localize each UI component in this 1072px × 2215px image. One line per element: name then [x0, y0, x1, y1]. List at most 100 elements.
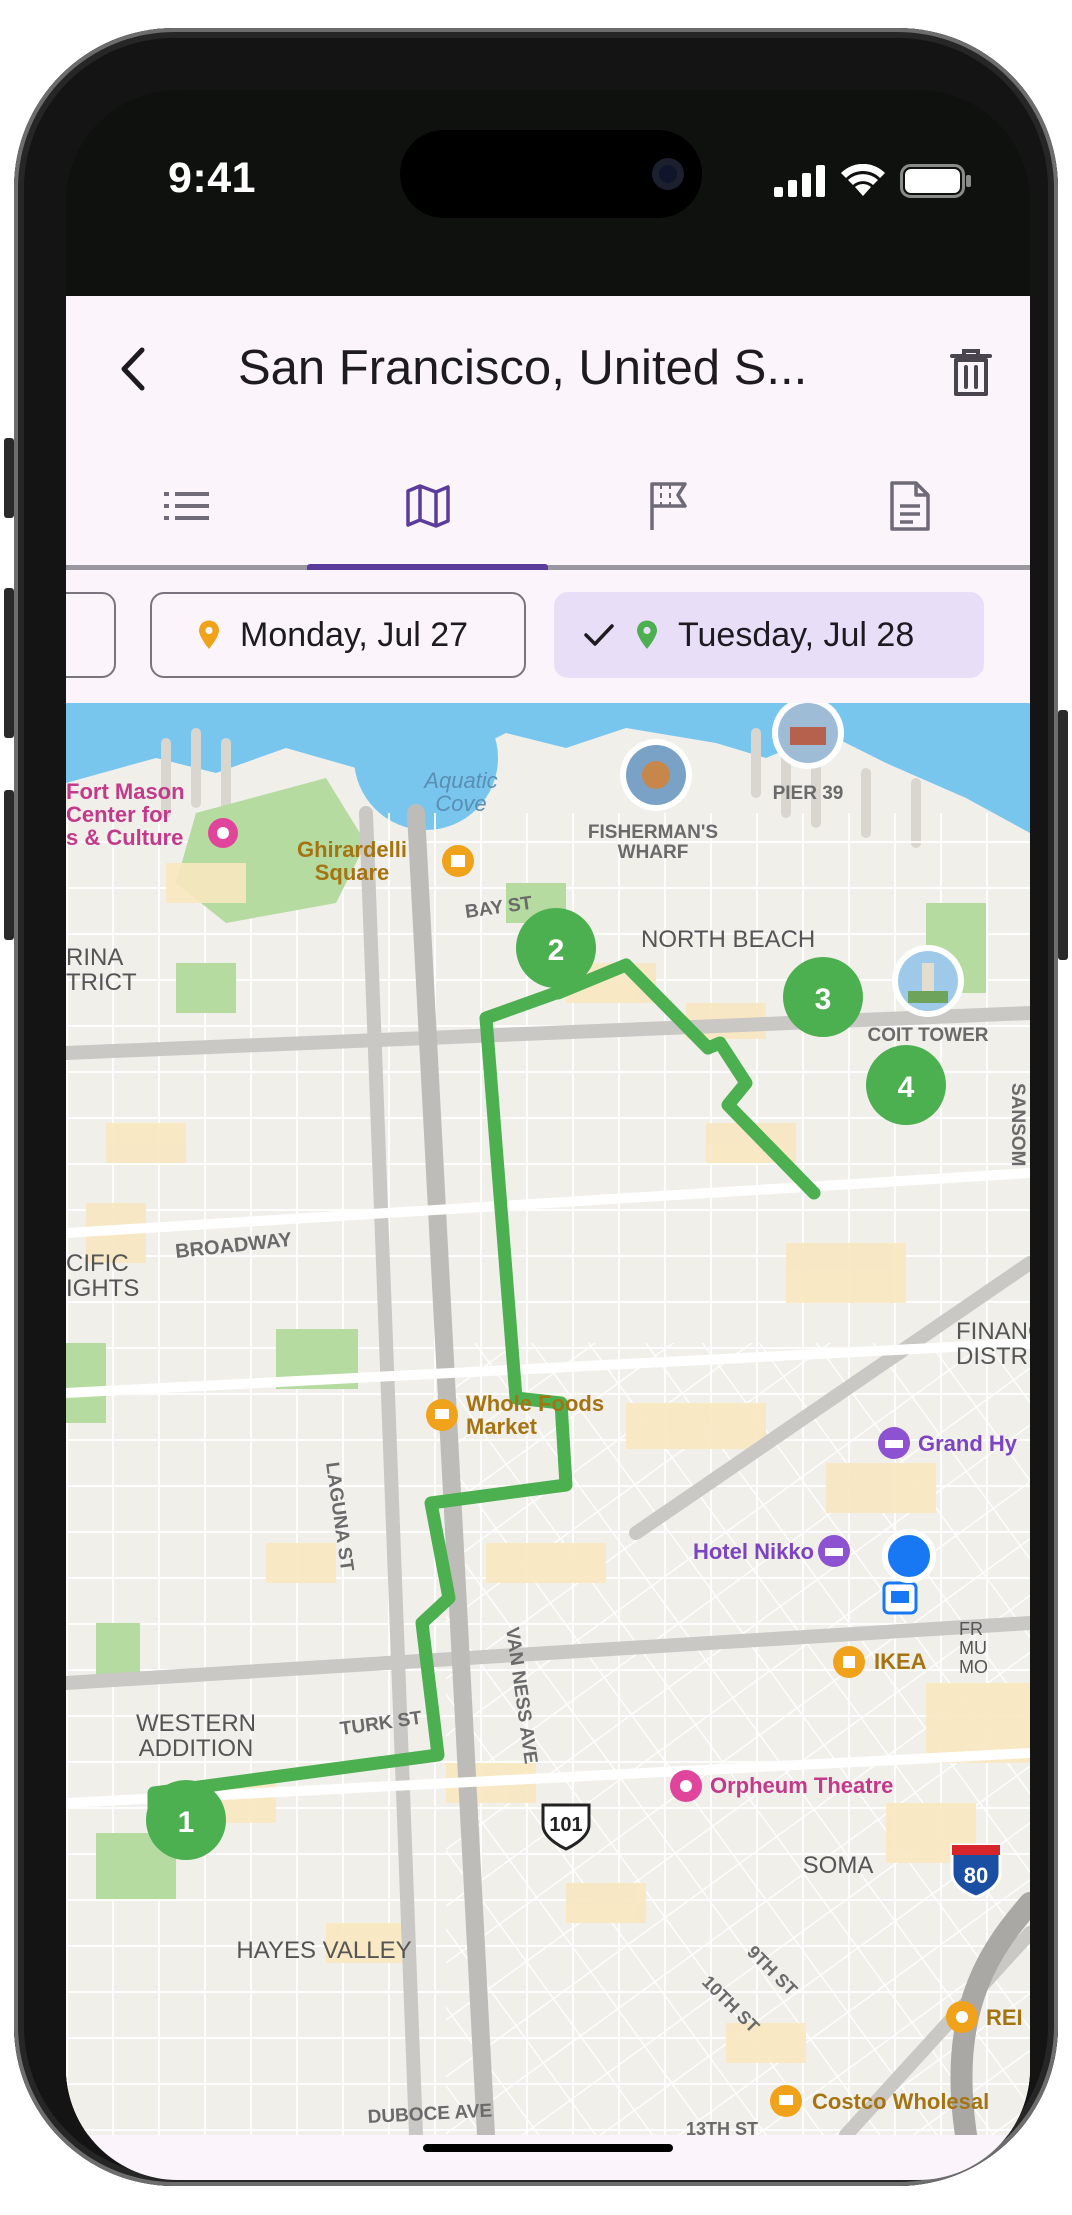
route-stop-1[interactable]: 1	[146, 1780, 226, 1860]
shopping-cart-icon[interactable]	[770, 2085, 802, 2117]
list-icon	[163, 491, 209, 520]
hotel-icon[interactable]	[818, 1535, 850, 1567]
fishermans-wharf-landmark[interactable]	[620, 739, 692, 811]
home-indicator[interactable]	[423, 2144, 673, 2152]
label-pier39: PIER 39	[773, 783, 844, 804]
transit-icon	[882, 1581, 918, 1615]
shopping-icon[interactable]	[833, 1646, 865, 1678]
label-line: Center for	[66, 802, 172, 827]
stop-label: 2	[548, 934, 565, 967]
label-line: MU	[959, 1638, 987, 1658]
day-chip-monday[interactable]: Monday, Jul 27	[150, 592, 526, 678]
coit-tower-landmark[interactable]	[892, 945, 964, 1017]
label-13th-st: 13TH ST	[686, 2119, 758, 2135]
route-stop-2[interactable]: 2	[516, 908, 596, 988]
label-line: s & Culture	[66, 825, 183, 850]
label-fort-mason: Fort Mason Center for s & Culture	[66, 779, 185, 850]
location-pin-icon	[637, 620, 657, 649]
label-coit-tower: COIT TOWER	[867, 1025, 988, 1046]
label-line: MO	[959, 1657, 988, 1677]
label-north-beach: NORTH BEACH	[641, 926, 815, 953]
camera-icon	[652, 158, 684, 190]
label-grand-hyatt: Grand Hy	[918, 1431, 1018, 1456]
label-line: CIFIC	[66, 1250, 129, 1277]
top-app-bar: San Francisco, United S...	[66, 296, 1030, 446]
theatre-icon[interactable]	[208, 818, 238, 848]
theatre-icon[interactable]	[670, 1770, 702, 1802]
trip-screen: San Francisco, United S... Monday, Jul 2…	[66, 296, 1030, 2180]
phone-frame: 9:41 San Francisco, United S... Monday, …	[14, 28, 1058, 2186]
label-line: Aquatic	[422, 768, 497, 793]
label-sansome: SANSOM	[1007, 1083, 1028, 1166]
route-stop-3[interactable]: 3	[783, 957, 863, 1037]
label-soma: SOMA	[803, 1852, 874, 1879]
label-line: DISTR	[956, 1343, 1028, 1370]
status-time: 9:41	[168, 154, 257, 202]
trash-icon[interactable]	[948, 348, 994, 398]
label-line: Cove	[435, 791, 486, 816]
screen: 9:41 San Francisco, United S... Monday, …	[66, 90, 1030, 2180]
tab-document[interactable]	[789, 446, 1030, 565]
label-hotel-nikko: Hotel Nikko	[693, 1539, 814, 1564]
flag-icon	[649, 481, 687, 530]
shopping-cart-icon[interactable]	[426, 1399, 458, 1431]
label-western-addition: WESTERN ADDITION	[136, 1710, 256, 1762]
volume-down-button	[4, 790, 14, 940]
label-orpheum: Orpheum Theatre	[710, 1773, 893, 1798]
shopping-icon[interactable]	[442, 845, 474, 877]
wifi-icon	[841, 164, 885, 196]
tab-map[interactable]	[307, 446, 548, 570]
label-line: FR	[959, 1619, 983, 1639]
document-icon	[889, 480, 930, 531]
label-line: RINA	[66, 944, 123, 971]
page-title: San Francisco, United S...	[238, 341, 808, 395]
label-line: TRICT	[66, 969, 137, 996]
label-line: IGHTS	[66, 1275, 139, 1302]
status-icons	[774, 164, 972, 198]
route-stop-4[interactable]: 4	[866, 1045, 946, 1125]
label-pacific-heights: CIFIC IGHTS	[66, 1250, 139, 1302]
hwy-label: 101	[549, 1814, 582, 1836]
tab-list[interactable]	[66, 446, 307, 565]
day-selector: Monday, Jul 27 Tuesday, Jul 28	[66, 570, 1030, 703]
check-icon	[584, 624, 614, 646]
label-line: WESTERN	[136, 1710, 256, 1737]
park	[176, 963, 236, 1013]
battery-icon	[900, 164, 971, 198]
volume-up-button	[4, 588, 14, 738]
tab-bar	[66, 446, 1030, 570]
day-chip-previous[interactable]	[66, 592, 116, 678]
stop-label: 1	[178, 1806, 195, 1839]
label-hayes-valley: HAYES VALLEY	[236, 1937, 411, 1964]
day-chip-label: Tuesday, Jul 28	[678, 615, 915, 654]
tab-flag[interactable]	[548, 446, 789, 565]
hotel-icon[interactable]	[878, 1427, 910, 1459]
location-pin-icon	[199, 620, 219, 649]
day-chip-tuesday[interactable]: Tuesday, Jul 28	[554, 592, 984, 678]
day-chip-label: Monday, Jul 27	[240, 615, 469, 654]
label-line: Fort Mason	[66, 779, 185, 804]
label-line: FISHERMAN'S	[588, 822, 718, 843]
map-icon	[405, 483, 450, 528]
label-line: Market	[466, 1414, 538, 1439]
map-canvas[interactable]: 1 2 3 4 101 80 Aquatic Cove FISHERMAN'S …	[66, 703, 1030, 2135]
label-line: Whole Foods	[466, 1391, 604, 1416]
label-line: FINANC	[956, 1318, 1030, 1345]
action-button	[4, 438, 14, 518]
map-view[interactable]: 1 2 3 4 101 80 Aquatic Cove FISHERMAN'S …	[66, 703, 1030, 2135]
cellular-signal-icon	[774, 165, 825, 197]
back-arrow-icon[interactable]	[110, 344, 160, 394]
power-button	[1058, 710, 1068, 960]
shopping-icon[interactable]	[946, 2001, 978, 2033]
status-bar: 9:41	[66, 90, 1030, 296]
label-line: Ghirardelli	[297, 837, 407, 862]
stop-label: 4	[898, 1071, 915, 1104]
label-ikea: IKEA	[874, 1649, 927, 1674]
label-costco: Costco Wholesal	[812, 2089, 989, 2114]
label-rei: REI	[986, 2005, 1023, 2030]
label-line: WHARF	[618, 842, 689, 863]
current-location-dot	[882, 1529, 936, 1583]
interstate-80-shield: 80	[950, 1843, 1002, 1899]
stop-label: 3	[815, 983, 832, 1016]
hwy-label: 80	[964, 1863, 988, 1888]
